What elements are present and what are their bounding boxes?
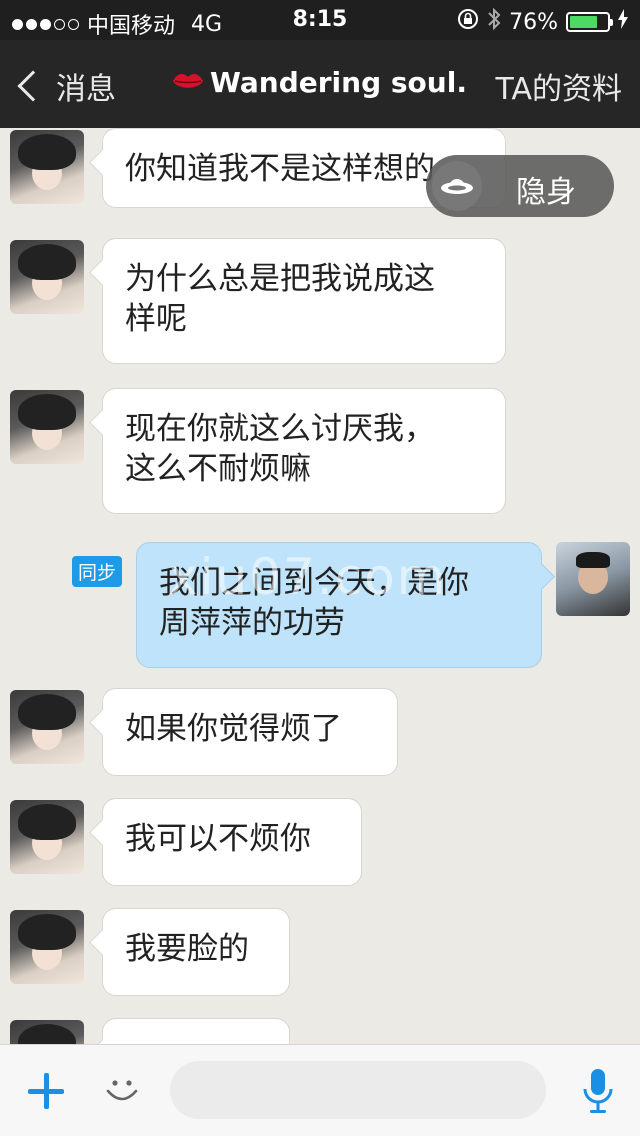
- chat-message: 我可以不烦你: [0, 798, 640, 888]
- message-bubble[interactable]: 我要脸的: [102, 908, 290, 996]
- message-bubble[interactable]: 我可以不烦你: [102, 798, 362, 886]
- message-text: 如果你觉得烦了: [125, 711, 342, 747]
- smiley-icon: [106, 1080, 138, 1101]
- message-bubble[interactable]: 为什么总是把我说成这 样呢: [102, 238, 506, 364]
- add-attachment-button[interactable]: [28, 1073, 64, 1109]
- battery-percent: 76%: [509, 9, 558, 35]
- ufo-icon: [432, 161, 482, 211]
- watermark: xiu07.com: [168, 548, 448, 606]
- status-bar: 中国移动 4G 8:15 76%: [0, 0, 640, 40]
- chat-message: 为什么总是把我说成这 样呢: [0, 238, 640, 368]
- chat-message-self: 同步 我们之间到今天，是你 周萍萍的功劳 xiu07.com: [0, 542, 640, 672]
- chat-message: 我要脸的: [0, 908, 640, 998]
- profile-button[interactable]: TA的资料: [495, 64, 622, 108]
- chat-message: 如果你觉得烦了: [0, 688, 640, 778]
- contact-avatar[interactable]: [10, 240, 84, 314]
- contact-avatar[interactable]: [10, 390, 84, 464]
- sync-badge: 同步: [72, 556, 123, 587]
- message-bubble[interactable]: 现在你就这么讨厌我， 这么不耐烦嘛: [102, 388, 506, 514]
- charging-icon: [618, 9, 628, 35]
- message-text-line: 为什么总是把我说成这: [125, 261, 435, 297]
- message-text: 我可以不烦你: [125, 821, 311, 857]
- status-right: 76%: [457, 7, 628, 37]
- emoji-button[interactable]: [104, 1071, 140, 1107]
- contact-avatar[interactable]: [10, 800, 84, 874]
- chat-title: Wandering soul.: [172, 66, 467, 99]
- message-bubble[interactable]: [102, 1018, 290, 1044]
- invisible-mode-toggle[interactable]: 隐身: [426, 155, 614, 217]
- battery-icon: [566, 12, 613, 32]
- nav-bar: 消息 Wandering soul. TA的资料: [0, 40, 640, 128]
- message-text: 我要脸的: [125, 931, 249, 967]
- invisible-mode-label: 隐身: [516, 175, 576, 210]
- microphone-icon: [583, 1069, 613, 1113]
- voice-input-button[interactable]: [580, 1067, 616, 1115]
- chat-message-partial: [0, 1018, 640, 1044]
- back-button[interactable]: 消息: [14, 64, 116, 108]
- message-input[interactable]: [170, 1061, 546, 1119]
- self-avatar[interactable]: [556, 542, 630, 616]
- contact-avatar[interactable]: [10, 690, 84, 764]
- contact-name: Wandering soul.: [210, 66, 467, 99]
- message-text-line: 样呢: [125, 301, 187, 337]
- chat-message: 现在你就这么讨厌我， 这么不耐烦嘛: [0, 388, 640, 518]
- message-text-line: 这么不耐烦嘛: [125, 451, 311, 487]
- contact-avatar[interactable]: [10, 910, 84, 984]
- contact-avatar[interactable]: [10, 130, 84, 204]
- chevron-left-icon: [17, 70, 49, 102]
- message-text: 你知道我不是这样想的: [125, 151, 435, 187]
- rotation-lock-icon: [457, 8, 479, 36]
- bluetooth-icon: [487, 7, 501, 37]
- chat-area[interactable]: 你知道我不是这样想的 为什么总是把我说成这 样呢 现在你就这么讨厌我， 这么不耐…: [0, 128, 640, 1044]
- back-label: 消息: [56, 72, 116, 107]
- message-bubble[interactable]: 如果你觉得烦了: [102, 688, 398, 776]
- message-text-line: 周萍萍的功劳: [159, 605, 345, 641]
- message-text-line: 现在你就这么讨厌我，: [125, 411, 435, 447]
- input-bar: [0, 1044, 640, 1136]
- lips-icon: [172, 66, 204, 99]
- contact-avatar[interactable]: [10, 1020, 84, 1044]
